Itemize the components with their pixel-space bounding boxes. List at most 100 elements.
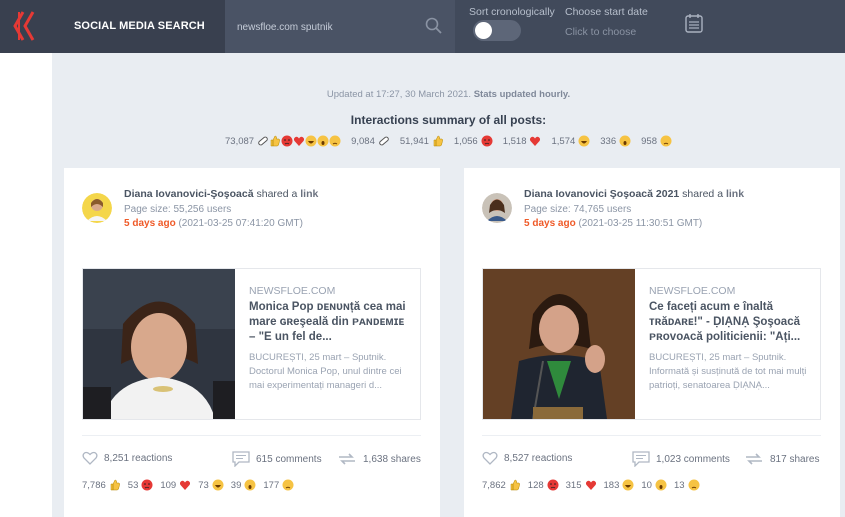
post-card: Diana Iovanovici-Şoşoacă shared a link P… <box>64 168 440 517</box>
haha-count: 183 <box>604 479 635 491</box>
wow-count: 10 <box>641 479 667 491</box>
start-date-label: Choose start date <box>565 6 648 18</box>
summary-angry: 1,056 <box>454 135 493 147</box>
heart-outline-icon <box>82 451 98 465</box>
haha-icon <box>578 135 590 147</box>
link-headline[interactable]: Monica Pop ᴅᴇɴᴜɴță cea mai mare ɢʀeşeală… <box>249 300 413 345</box>
start-date-input[interactable]: Click to choose <box>565 26 636 38</box>
search-box <box>225 0 455 53</box>
link-preview[interactable]: NEWSFLOE.COM Ce faceți acum e înaltă ᴛʀă… <box>482 268 821 420</box>
sort-toggle[interactable] <box>473 20 521 41</box>
comments-stat[interactable]: 615 comments <box>232 451 322 467</box>
avatar-image <box>482 193 512 223</box>
link-snippet: BUCUREȘTI, 25 mart – Sputnik. Doctorul M… <box>249 352 402 391</box>
shared-link[interactable]: link <box>300 188 318 200</box>
love-count: 109 <box>160 479 191 491</box>
comment-icon <box>632 451 650 467</box>
sad-count: 13 <box>674 479 700 491</box>
link-domain: NEWSFLOE.COM <box>249 285 336 297</box>
like-count: 7,862 <box>482 479 521 491</box>
link-thumbnail <box>483 269 635 419</box>
link-preview[interactable]: NEWSFLOE.COM Monica Pop ᴅᴇɴᴜɴță cea mai … <box>82 268 421 420</box>
like-icon <box>270 135 280 147</box>
avatar[interactable] <box>482 193 512 223</box>
author-name[interactable]: Diana Iovanovici Şoşoacă 2021 <box>524 188 679 200</box>
reactions-stat[interactable]: 8,527 reactions <box>482 451 572 465</box>
summary-like: 51,941 <box>400 135 444 147</box>
post-time: 5 days ago (2021-03-25 07:41:20 GMT) <box>124 218 303 229</box>
angry-count: 128 <box>528 479 559 491</box>
wow-count: 39 <box>231 479 257 491</box>
updated-info: Updated at 17:27, 30 March 2021. Stats u… <box>326 89 571 100</box>
share-icon <box>339 453 355 465</box>
share-icon <box>746 453 762 465</box>
haha-icon <box>622 479 634 491</box>
haha-icon <box>212 479 224 491</box>
divider <box>82 435 421 436</box>
app-title: SOCIAL MEDIA SEARCH <box>52 0 225 53</box>
logo-icon <box>13 11 35 41</box>
summary-care: 9,084 <box>351 135 390 147</box>
post-stats: 8,251 reactions 615 comments 1,638 share… <box>82 451 421 471</box>
heart-icon <box>294 136 305 146</box>
summary-haha: 1,574 <box>551 135 590 147</box>
angry-icon <box>481 135 493 147</box>
angry-icon <box>547 479 559 491</box>
link-headline[interactable]: Ce faceți acum e înaltă ᴛʀăᴅᴀʀᴇ!" - ḌIẠN… <box>649 300 813 345</box>
angry-icon <box>141 479 153 491</box>
top-bar: SOCIAL MEDIA SEARCH Sort cronologically … <box>0 0 845 53</box>
author-name[interactable]: Diana Iovanovici-Şoşoacă <box>124 188 254 200</box>
sort-label: Sort cronologically <box>469 6 555 18</box>
calendar-icon[interactable] <box>685 13 703 33</box>
care-icon <box>379 136 389 146</box>
like-icon <box>433 135 443 147</box>
page-size: Page size: 74,765 users <box>524 204 632 215</box>
sad-count: 177 <box>263 479 294 491</box>
like-icon <box>510 479 520 491</box>
wow-icon <box>244 479 256 491</box>
care-icon <box>258 136 268 146</box>
post-stats: 8,527 reactions 1,023 comments 817 share… <box>482 451 821 471</box>
angry-icon <box>281 135 293 147</box>
search-input[interactable] <box>237 18 417 36</box>
link-text: NEWSFLOE.COM Monica Pop ᴅᴇɴᴜɴță cea mai … <box>249 285 413 393</box>
post-card: Diana Iovanovici Şoşoacă 2021 shared a l… <box>464 168 840 517</box>
reaction-breakdown: 7,786 53 109 73 39 177 <box>82 479 421 491</box>
post-author: Diana Iovanovici Şoşoacă 2021 shared a l… <box>524 188 745 200</box>
shares-stat[interactable]: 1,638 shares <box>337 451 421 467</box>
search-icon[interactable] <box>425 17 443 35</box>
summary-sad: 958 <box>641 135 672 147</box>
post-time: 5 days ago (2021-03-25 11:30:51 GMT) <box>524 218 703 229</box>
link-text: NEWSFLOE.COM Ce faceți acum e înaltă ᴛʀă… <box>649 285 813 393</box>
summary-love: 1,518 <box>503 135 542 147</box>
sad-icon <box>329 135 341 147</box>
like-icon <box>110 479 120 491</box>
link-domain: NEWSFLOE.COM <box>649 285 736 297</box>
sad-icon <box>282 479 294 491</box>
page-size: Page size: 55,256 users <box>124 204 232 215</box>
avatar[interactable] <box>82 193 112 223</box>
summary-title: Interactions summary of all posts: <box>350 113 547 127</box>
comments-stat[interactable]: 1,023 comments <box>632 451 730 467</box>
left-sidebar <box>0 53 52 517</box>
post-author: Diana Iovanovici-Şoşoacă shared a link <box>124 188 319 200</box>
comment-icon <box>232 451 250 467</box>
link-thumbnail <box>83 269 235 419</box>
heart-icon <box>530 136 541 146</box>
shares-stat[interactable]: 817 shares <box>744 451 819 467</box>
summary-total: 73,087 <box>225 135 341 147</box>
heart-icon <box>180 480 191 490</box>
wow-icon <box>317 135 329 147</box>
logo[interactable] <box>0 0 52 53</box>
wow-icon <box>655 479 667 491</box>
angry-count: 53 <box>128 479 154 491</box>
love-count: 315 <box>566 479 597 491</box>
reaction-breakdown: 7,862 128 315 183 10 13 <box>482 479 821 491</box>
shared-link[interactable]: link <box>726 188 744 200</box>
divider <box>482 435 821 436</box>
heart-icon <box>585 480 596 490</box>
haha-count: 73 <box>198 479 224 491</box>
toggle-knob <box>475 22 492 39</box>
like-count: 7,786 <box>82 479 121 491</box>
reactions-stat[interactable]: 8,251 reactions <box>82 451 172 465</box>
